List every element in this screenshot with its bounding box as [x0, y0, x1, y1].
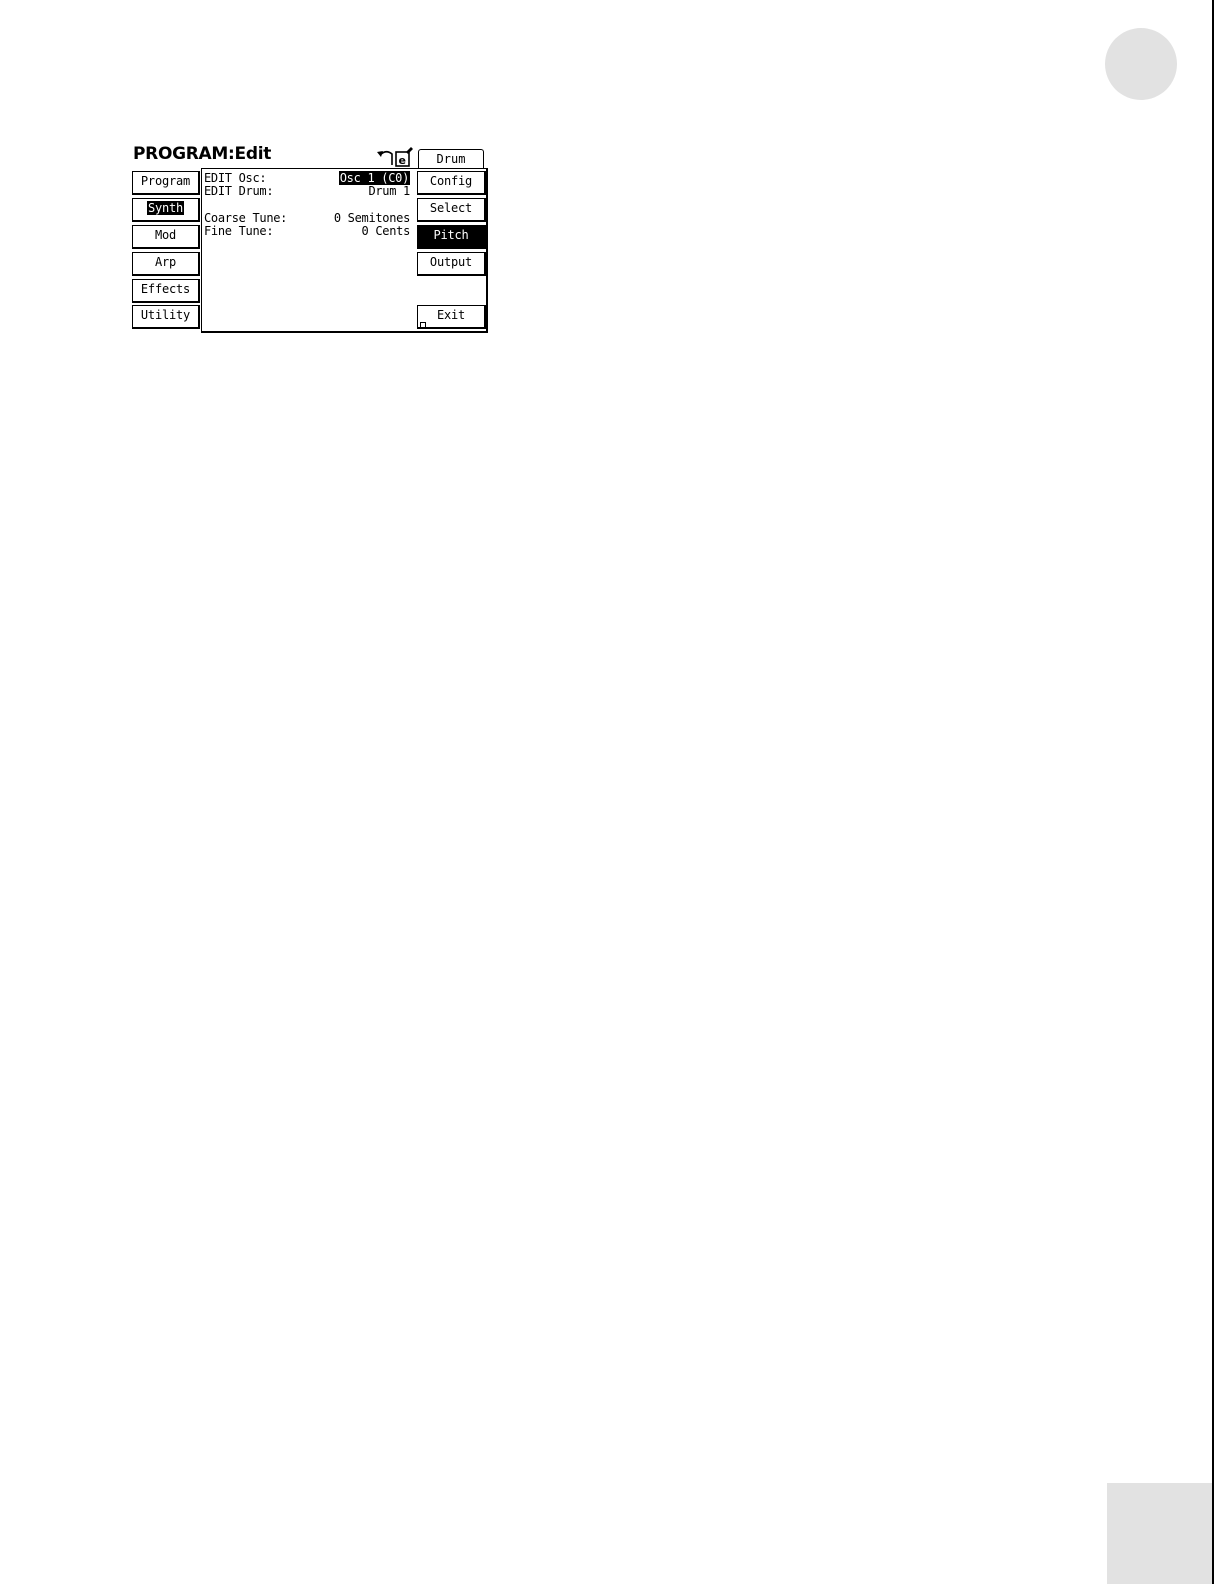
tab-effects[interactable]: Effects: [132, 279, 200, 303]
param-fine-tune-label: Fine Tune:: [204, 224, 274, 238]
svg-text:e: e: [399, 154, 406, 167]
exit-button-label: Exit: [436, 308, 466, 322]
tab-mod-label: Mod: [154, 228, 177, 242]
tab-synth[interactable]: Synth: [132, 198, 200, 222]
lcd-screen: PROGRAM:Edit e Drum Program Synth Mod Ar…: [130, 143, 490, 335]
select-button[interactable]: Select: [417, 198, 486, 222]
param-edit-osc-value[interactable]: Osc 1 (C0): [338, 171, 410, 185]
undo-arrow-icon: [377, 150, 393, 165]
param-edit-osc-label: EDIT Osc:: [204, 171, 267, 185]
config-button-label: Config: [429, 174, 473, 188]
tab-drum[interactable]: Drum: [418, 149, 484, 169]
tab-utility-label: Utility: [140, 308, 191, 322]
tab-utility[interactable]: Utility: [132, 305, 200, 329]
param-edit-drum-value[interactable]: Drum 1: [368, 184, 410, 198]
select-button-label: Select: [429, 201, 473, 215]
param-coarse-tune-label: Coarse Tune:: [204, 211, 288, 225]
param-coarse-tune-value[interactable]: 0 Semitones: [334, 211, 410, 225]
param-edit-drum-label: EDIT Drum:: [204, 184, 274, 198]
tab-program-label: Program: [140, 174, 191, 188]
page-corner-circle: [1105, 28, 1177, 100]
tab-effects-label: Effects: [140, 282, 191, 296]
param-fine-tune[interactable]: Fine Tune: 0 Cents: [204, 224, 410, 238]
page-number-tab: [1107, 1483, 1212, 1584]
config-button[interactable]: Config: [417, 171, 486, 195]
exit-button[interactable]: Exit: [417, 305, 486, 329]
tab-arp-label: Arp: [154, 255, 177, 269]
pitch-button-label: Pitch: [433, 228, 469, 242]
edit-document-icon: e: [395, 147, 413, 167]
tab-mod[interactable]: Mod: [132, 225, 200, 249]
tab-program[interactable]: Program: [132, 171, 200, 195]
status-icons: e: [377, 147, 413, 167]
screen-title: PROGRAM:Edit: [133, 144, 272, 164]
tab-arp[interactable]: Arp: [132, 252, 200, 276]
output-button[interactable]: Output: [417, 252, 486, 276]
tab-synth-label: Synth: [146, 201, 185, 215]
page-edge-rule: [1212, 0, 1214, 1584]
output-button-label: Output: [429, 255, 473, 269]
param-coarse-tune[interactable]: Coarse Tune: 0 Semitones: [204, 211, 410, 225]
pitch-button[interactable]: Pitch: [417, 225, 486, 249]
param-edit-drum[interactable]: EDIT Drum: Drum 1: [204, 184, 410, 198]
param-edit-osc[interactable]: EDIT Osc: Osc 1 (C0): [204, 171, 410, 185]
cursor-marker-icon: [420, 322, 426, 328]
param-fine-tune-value[interactable]: 0 Cents: [362, 224, 411, 238]
